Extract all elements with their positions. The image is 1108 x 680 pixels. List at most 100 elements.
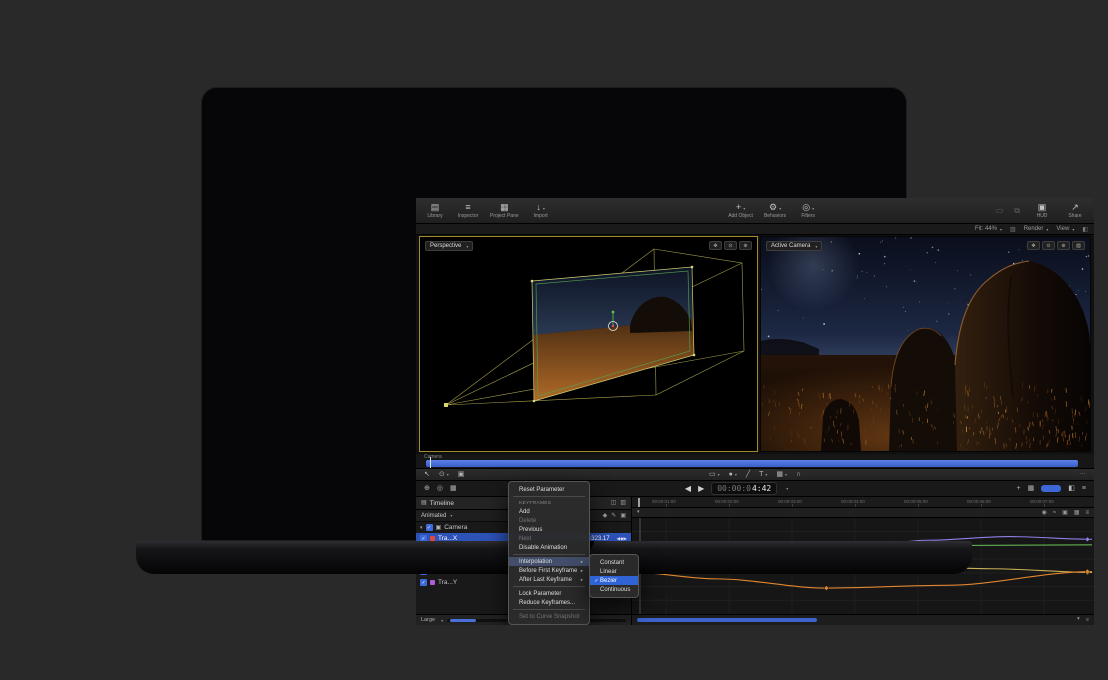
filters-button[interactable]: ◎▾ Filters [797, 203, 819, 219]
zoom-scrollbar-thumb[interactable] [450, 619, 476, 622]
curve-fit-icon[interactable]: ≈ [1053, 510, 1056, 516]
toolbar-right-group: ▭ ⧉ ▣ HUD ↗ Share [996, 198, 1086, 223]
menu-item-reset-parameter[interactable]: Reset Parameter [509, 485, 589, 494]
line-tool-icon[interactable]: ╱ [746, 471, 750, 478]
scrollbar-thumb[interactable] [637, 618, 817, 622]
channels-icon[interactable]: ▨ [1010, 226, 1016, 233]
submenu-item-linear[interactable]: Linear [590, 567, 638, 576]
add-object-icon: +▾ [736, 203, 745, 212]
playhead[interactable] [430, 457, 431, 468]
snapshot-icon[interactable]: ▣ [1062, 510, 1068, 516]
viewport-active-camera[interactable]: Active Camera ▾ ✥ ⊙ ⊕ ▧ [760, 236, 1091, 452]
inspector-button[interactable]: ≡ Inspector [457, 203, 479, 219]
active-camera-dropdown[interactable]: Active Camera ▾ [766, 241, 822, 251]
audio-tab-icon[interactable]: ◫ [611, 500, 617, 506]
zoom-tool-icon[interactable]: ⊕ [1057, 241, 1070, 250]
timeline-tab[interactable]: ▤ Timeline [421, 500, 454, 507]
loop-icon[interactable]: ◎ [437, 485, 443, 492]
checkmark-icon: ✓ [593, 578, 600, 584]
text-tool-icon[interactable]: T▾ [759, 471, 767, 478]
camera-track-bar[interactable] [426, 460, 1078, 467]
adjust-item-tool-icon[interactable]: ⊙▾ [439, 471, 449, 478]
zoom-in-icon[interactable]: ≡ [1086, 617, 1089, 623]
camera-icon[interactable]: ▣ [620, 513, 626, 519]
split-view-icon[interactable]: ◧ [1068, 485, 1075, 492]
curve-position-x[interactable] [634, 572, 1092, 589]
menu-item-interpolation[interactable]: Interpolation▸ [509, 557, 589, 566]
toolbar-center-group: +▾ Add Object ⚙▾ Behaviors ◎▾ Filters [728, 198, 819, 223]
keyframe-editor-ruler[interactable]: 00:00:01:0000:00:02:0000:00:03:0000:00:0… [632, 497, 1094, 508]
shape-tool-icon[interactable]: ▭▾ [709, 471, 720, 478]
visibility-icon[interactable]: ◉ [1042, 510, 1047, 516]
hud-button[interactable]: ▣ HUD [1031, 203, 1053, 219]
transport-left: ⊕ ◎ ▦ [424, 485, 457, 492]
timecode-display[interactable]: 00:00:04:42 [711, 482, 777, 495]
menu-item-add[interactable]: Add [509, 507, 589, 516]
activation-checkbox[interactable]: ✓ [420, 579, 427, 586]
menu-item-delete: Delete [509, 516, 589, 525]
grid-icon[interactable]: ▦ [1028, 485, 1035, 492]
pan-tool-icon[interactable]: ✥ [1027, 241, 1040, 250]
timecode-stepper-icon[interactable]: ▾ [786, 486, 788, 491]
animated-dropdown[interactable]: Animated ▾ [421, 513, 452, 519]
zoom-tool-icon[interactable]: ⊕ [739, 241, 752, 250]
previous-frame-button[interactable]: ◀ [685, 485, 691, 493]
pen-icon[interactable]: ✎ [611, 513, 616, 519]
project-pane-label: Project Pane [490, 213, 519, 219]
panel-toggle-icon[interactable]: ◧ [1082, 226, 1088, 233]
keyframe-tab-icon[interactable]: ▥ [620, 500, 626, 506]
viewport-perspective[interactable]: Perspective ▾ ✥ ⊙ ⊕ [419, 236, 758, 452]
select-tool-icon[interactable]: ↖ [424, 471, 430, 478]
menu-item-disable-animation[interactable]: Disable Animation [509, 543, 589, 552]
range-icon[interactable]: ▦ [450, 485, 457, 492]
menu-item-after-last-keyframe[interactable]: After Last Keyframe▸ [509, 575, 589, 584]
pan-tool-icon[interactable]: ✥ [709, 241, 722, 250]
perspective-camera-dropdown[interactable]: Perspective ▾ [425, 241, 473, 251]
submenu-arrow-icon: ▸ [581, 559, 583, 565]
play-button[interactable]: ▶ [698, 485, 704, 493]
add-object-button[interactable]: +▾ Add Object [728, 203, 753, 219]
library-button[interactable]: ▤ Library [424, 203, 446, 219]
record-icon[interactable]: ⊕ [424, 485, 430, 492]
mask-tool-icon[interactable]: ▦▾ [776, 471, 787, 478]
menu-item-reduce-keyframes[interactable]: Reduce Keyframes... [509, 598, 589, 607]
crop-tool-icon[interactable]: ▣ [458, 471, 465, 478]
keyframe-editor-toggle[interactable] [1041, 485, 1061, 492]
share-button[interactable]: ↗ Share [1064, 203, 1086, 219]
ruler-playhead[interactable] [638, 498, 640, 507]
view-dropdown[interactable]: View▾ [1056, 226, 1074, 232]
list-icon[interactable]: ≡ [1082, 485, 1086, 492]
import-label: Import [534, 213, 548, 219]
menu-item-previous[interactable]: Previous [509, 525, 589, 534]
orbit-tool-icon[interactable]: ⊙ [1042, 241, 1055, 250]
ruler-tick [981, 504, 982, 507]
submenu-item-bezier[interactable]: ✓Bezier [590, 576, 638, 585]
layout-grid-icon[interactable]: ▧ [1072, 241, 1085, 250]
camera-icon[interactable]: ▦ [1074, 510, 1080, 516]
ruler-tick [729, 504, 730, 507]
options-icon[interactable]: ≡ [1085, 510, 1089, 516]
menu-item-lock-parameter[interactable]: Lock Parameter [509, 589, 589, 598]
behaviors-button[interactable]: ⚙▾ Behaviors [764, 203, 786, 219]
add-marker-icon[interactable]: + [1017, 485, 1021, 492]
disclosure-triangle-icon[interactable]: ▾ [420, 525, 423, 531]
zoom-out-icon[interactable]: ▾ [1077, 617, 1080, 623]
track-size-dropdown-icon[interactable]: ▾ [441, 618, 443, 623]
paint-tool-icon[interactable]: ●▾ [729, 471, 737, 478]
fit-zoom-dropdown[interactable]: Fit: 44%▾ [975, 226, 1002, 232]
keyframe-diamond[interactable] [1085, 537, 1090, 542]
import-button[interactable]: ↓▾ Import [530, 203, 552, 219]
curve-set-dropdown-icon[interactable]: ▾ [637, 510, 640, 515]
more-tools-icon[interactable]: ⋯ [1079, 471, 1086, 478]
menu-separator [513, 609, 585, 610]
submenu-item-continuous[interactable]: Continuous [590, 585, 638, 594]
activation-checkbox[interactable]: ✓ [426, 524, 433, 531]
orbit-tool-icon[interactable]: ⊙ [724, 241, 737, 250]
project-pane-button[interactable]: ▦ Project Pane [490, 203, 519, 219]
submenu-item-constant[interactable]: Constant [590, 558, 638, 567]
camera-object-handle[interactable] [444, 403, 448, 407]
render-dropdown[interactable]: Render▾ [1024, 226, 1049, 232]
keyframe-icon[interactable]: ◆ [603, 513, 608, 519]
menu-item-before-first-keyframe[interactable]: Before First Keyframe▸ [509, 566, 589, 575]
snap-tool-icon[interactable]: ∩ [796, 471, 801, 478]
